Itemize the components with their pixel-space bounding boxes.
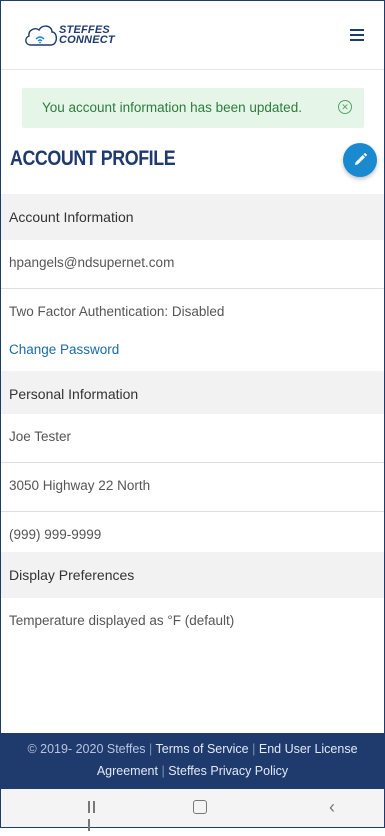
eula-link-continued[interactable]: Agreement — [97, 764, 158, 778]
change-password-row: Change Password — [1, 326, 384, 366]
success-alert: You account information has been updated… — [22, 88, 364, 128]
privacy-policy-link[interactable]: Steffes Privacy Policy — [168, 764, 288, 778]
section-title: Personal Information — [9, 386, 139, 402]
address-value: 3050 Highway 22 North — [9, 478, 151, 493]
two-factor-status: Two Factor Authentication: Disabled — [9, 304, 225, 319]
phone-row: (999) 999-9999 — [1, 512, 384, 552]
section-title: Display Preferences — [9, 567, 135, 583]
email-row: hpangels@ndsupernet.com — [1, 240, 384, 289]
section-title: Account Information — [9, 209, 134, 225]
temperature-row: Temperature displayed as °F (default) — [1, 598, 384, 646]
steffes-connect-logo[interactable]: STEFFES CONNECT — [23, 21, 133, 53]
alert-message: You account information has been updated… — [42, 100, 302, 115]
footer: © 2019- 2020 Steffes | Terms of Service … — [1, 733, 384, 789]
page-title: ACCOUNT PROFILE — [10, 147, 176, 170]
close-circle-icon[interactable]: ✕ — [338, 100, 352, 114]
email-value: hpangels@ndsupernet.com — [9, 255, 175, 270]
logo-text-connect: CONNECT — [59, 34, 115, 46]
change-password-link[interactable]: Change Password — [9, 342, 119, 357]
edit-profile-button[interactable] — [343, 143, 377, 177]
name-value: Joe Tester — [9, 429, 72, 444]
personal-information-header: Personal Information — [1, 371, 384, 417]
back-icon[interactable]: ‹ — [329, 797, 335, 818]
name-row: Joe Tester — [1, 414, 384, 463]
app-header: STEFFES CONNECT — [1, 1, 384, 70]
account-information-header: Account Information — [1, 194, 384, 240]
phone-value: (999) 999-9999 — [9, 527, 102, 542]
pencil-icon — [355, 153, 367, 165]
recents-icon[interactable] — [88, 800, 100, 831]
display-preferences-header: Display Preferences — [1, 552, 384, 598]
copyright-text: © 2019- 2020 Steffes — [27, 742, 146, 756]
temperature-preference: Temperature displayed as °F (default) — [9, 613, 235, 628]
android-nav-bar: ‹ — [1, 789, 384, 831]
address-row: 3050 Highway 22 North — [1, 463, 384, 512]
cloud-wifi-icon — [25, 25, 58, 46]
eula-link[interactable]: End User License — [259, 742, 358, 756]
home-icon[interactable] — [193, 800, 207, 814]
hamburger-icon[interactable] — [350, 29, 364, 41]
terms-of-service-link[interactable]: Terms of Service — [156, 742, 249, 756]
